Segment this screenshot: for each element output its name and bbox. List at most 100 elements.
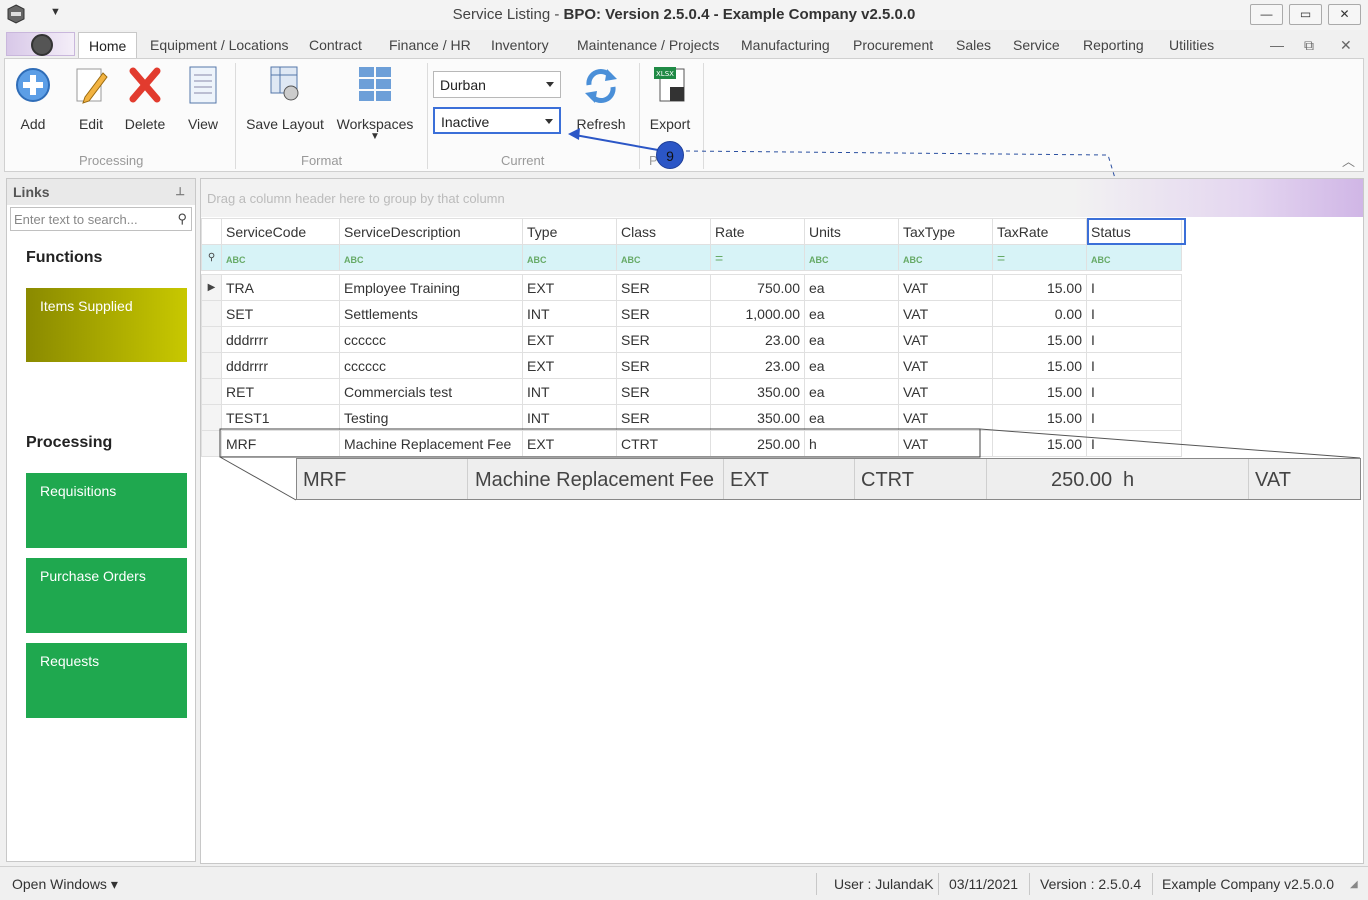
group-by-area[interactable]: Drag a column header here to group by th… bbox=[201, 179, 1363, 217]
tile-requisitions[interactable]: Requisitions bbox=[26, 473, 187, 548]
cell-rate[interactable]: 250.00 bbox=[710, 430, 805, 457]
cell-units[interactable]: ea bbox=[804, 300, 899, 327]
mdi-restore-button[interactable]: ⧉ bbox=[1304, 37, 1314, 54]
table-row[interactable]: MRF Machine Replacement Fee EXT CTRT 250.00 h… bbox=[201, 430, 1182, 457]
col-header-taxtype[interactable]: TaxType bbox=[898, 218, 993, 245]
add-button[interactable]: Add bbox=[13, 63, 53, 132]
row-indicator[interactable] bbox=[201, 404, 222, 431]
cell-taxtype[interactable]: VAT bbox=[898, 378, 993, 405]
minimize-button[interactable]: — bbox=[1250, 4, 1283, 25]
cell-rate[interactable]: 23.00 bbox=[710, 352, 805, 379]
col-header-servicecode[interactable]: ServiceCode bbox=[221, 218, 340, 245]
cell-status[interactable]: I bbox=[1086, 326, 1182, 353]
cell-status[interactable]: I bbox=[1086, 300, 1182, 327]
tab-utilities[interactable]: Utilities bbox=[1169, 37, 1214, 53]
table-row[interactable]: dddrrrr cccccc EXT SER 23.00 ea VAT 15.00 I bbox=[201, 352, 1182, 379]
filter-cell[interactable]: ABC bbox=[339, 244, 523, 271]
row-indicator[interactable] bbox=[201, 352, 222, 379]
open-windows-button[interactable]: Open Windows ▾ bbox=[12, 876, 118, 893]
search-icon[interactable]: ⚲ bbox=[177, 211, 187, 227]
filter-cell[interactable]: ABC bbox=[1086, 244, 1182, 271]
cell-taxtype[interactable]: VAT bbox=[898, 326, 993, 353]
row-indicator[interactable] bbox=[201, 300, 222, 327]
row-indicator[interactable] bbox=[201, 430, 222, 457]
cell-rate[interactable]: 1,000.00 bbox=[710, 300, 805, 327]
cell-servicecode[interactable]: TEST1 bbox=[221, 404, 340, 431]
mdi-minimize-button[interactable]: — bbox=[1270, 37, 1284, 53]
cell-status[interactable]: I bbox=[1086, 378, 1182, 405]
table-row[interactable]: RET Commercials test INT SER 350.00 ea VAT 15.0… bbox=[201, 378, 1182, 405]
refresh-button[interactable]: Refresh bbox=[571, 63, 631, 132]
col-header-units[interactable]: Units bbox=[804, 218, 899, 245]
col-header-class[interactable]: Class bbox=[616, 218, 711, 245]
cell-units[interactable]: ea bbox=[804, 404, 899, 431]
cell-status[interactable]: I bbox=[1086, 352, 1182, 379]
table-row[interactable]: TEST1 Testing INT SER 350.00 ea VAT 15.00 I bbox=[201, 404, 1182, 431]
cell-rate[interactable]: 350.00 bbox=[710, 378, 805, 405]
cell-units[interactable]: ea bbox=[804, 274, 899, 301]
filter-cell[interactable]: ABC bbox=[221, 244, 340, 271]
col-header-type[interactable]: Type bbox=[522, 218, 617, 245]
cell-servicecode[interactable]: TRA bbox=[221, 274, 340, 301]
cell-type[interactable]: EXT bbox=[522, 274, 617, 301]
row-indicator[interactable] bbox=[201, 378, 222, 405]
tab-manufacturing[interactable]: Manufacturing bbox=[741, 37, 830, 53]
cell-taxtype[interactable]: VAT bbox=[898, 352, 993, 379]
save-layout-button[interactable]: Save Layout bbox=[245, 63, 325, 132]
cell-taxrate[interactable]: 0.00 bbox=[992, 300, 1087, 327]
cell-units[interactable]: ea bbox=[804, 352, 899, 379]
cell-class[interactable]: SER bbox=[616, 352, 711, 379]
cell-servicedescription[interactable]: Employee Training bbox=[339, 274, 523, 301]
cell-units[interactable]: ea bbox=[804, 378, 899, 405]
cell-class[interactable]: CTRT bbox=[616, 430, 711, 457]
tab-maintenance-projects[interactable]: Maintenance / Projects bbox=[577, 37, 719, 53]
filter-cell[interactable]: = bbox=[992, 244, 1087, 271]
cell-taxrate[interactable]: 15.00 bbox=[992, 430, 1087, 457]
view-button[interactable]: View bbox=[183, 63, 223, 132]
export-button[interactable]: XLSX Export bbox=[645, 63, 695, 132]
table-row[interactable]: dddrrrr cccccc EXT SER 23.00 ea VAT 15.00 I bbox=[201, 326, 1182, 353]
filter-cell[interactable]: ABC bbox=[522, 244, 617, 271]
cell-servicecode[interactable]: RET bbox=[221, 378, 340, 405]
resize-grip-icon[interactable]: ◢ bbox=[1350, 879, 1358, 890]
links-search-input[interactable]: Enter text to search... ⚲ bbox=[10, 207, 192, 231]
cell-servicecode[interactable]: MRF bbox=[221, 430, 340, 457]
cell-servicedescription[interactable]: Commercials test bbox=[339, 378, 523, 405]
cell-servicecode[interactable]: dddrrrr bbox=[221, 352, 340, 379]
tab-finance-hr[interactable]: Finance / HR bbox=[389, 37, 471, 53]
cell-rate[interactable]: 750.00 bbox=[710, 274, 805, 301]
cell-taxrate[interactable]: 15.00 bbox=[992, 326, 1087, 353]
cell-status[interactable]: I bbox=[1086, 430, 1182, 457]
tab-contract[interactable]: Contract bbox=[309, 37, 362, 53]
cell-servicedescription[interactable]: Settlements bbox=[339, 300, 523, 327]
tab-procurement[interactable]: Procurement bbox=[853, 37, 933, 53]
tab-service[interactable]: Service bbox=[1013, 37, 1060, 53]
cell-rate[interactable]: 350.00 bbox=[710, 404, 805, 431]
site-select[interactable]: Durban bbox=[433, 71, 561, 98]
close-button[interactable]: ✕ bbox=[1328, 4, 1361, 25]
cell-class[interactable]: SER bbox=[616, 274, 711, 301]
row-indicator[interactable] bbox=[201, 326, 222, 353]
cell-type[interactable]: EXT bbox=[522, 430, 617, 457]
edit-button[interactable]: Edit bbox=[71, 63, 111, 132]
filter-cell[interactable]: = bbox=[710, 244, 805, 271]
col-header-taxrate[interactable]: TaxRate bbox=[992, 218, 1087, 245]
col-header-servicedescription[interactable]: ServiceDescription bbox=[339, 218, 523, 245]
cell-taxrate[interactable]: 15.00 bbox=[992, 404, 1087, 431]
mdi-close-button[interactable]: ✕ bbox=[1340, 37, 1352, 54]
cell-class[interactable]: SER bbox=[616, 300, 711, 327]
tab-sales[interactable]: Sales bbox=[956, 37, 991, 53]
cell-servicedescription[interactable]: Testing bbox=[339, 404, 523, 431]
cell-class[interactable]: SER bbox=[616, 404, 711, 431]
cell-type[interactable]: INT bbox=[522, 404, 617, 431]
tab-equipment-locations[interactable]: Equipment / Locations bbox=[150, 37, 289, 53]
cell-type[interactable]: EXT bbox=[522, 326, 617, 353]
cell-taxtype[interactable]: VAT bbox=[898, 430, 993, 457]
cell-type[interactable]: INT bbox=[522, 300, 617, 327]
cell-type[interactable]: EXT bbox=[522, 352, 617, 379]
cell-taxrate[interactable]: 15.00 bbox=[992, 378, 1087, 405]
tile-purchase-orders[interactable]: Purchase Orders bbox=[26, 558, 187, 633]
pin-icon[interactable]: ⊥ bbox=[175, 185, 185, 198]
cell-status[interactable]: I bbox=[1086, 274, 1182, 301]
table-row[interactable]: SET Settlements INT SER 1,000.00 ea VAT 0.00 I bbox=[201, 300, 1182, 327]
